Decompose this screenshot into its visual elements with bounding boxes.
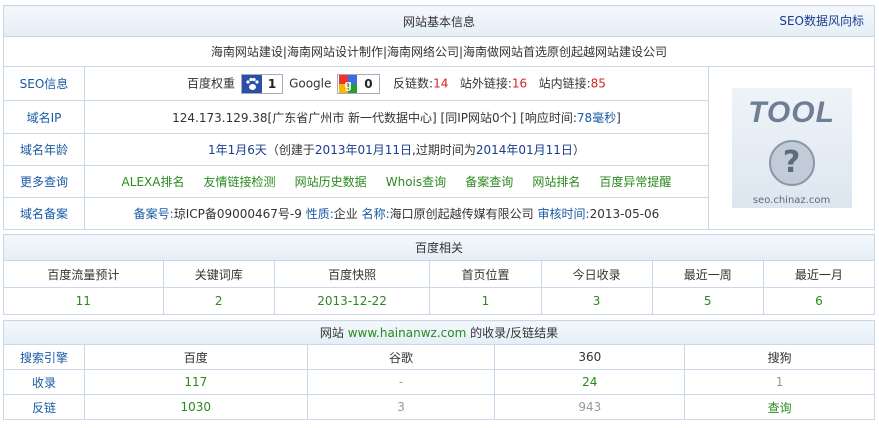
baidu-value-week: 5 [651, 287, 764, 315]
baidu-header: 百度 [83, 344, 308, 370]
history-data-link[interactable]: 网站历史数据 [295, 175, 367, 189]
age-info-cell: 1年1月6天（创建于2013年01月11日,过期时间为2014年01月11日） [83, 133, 710, 166]
response-time: 78毫秒 [576, 110, 617, 125]
so360-indexed-value[interactable]: 24 [494, 369, 686, 395]
age-p2: ,过期时间为 [412, 143, 476, 157]
baidu-value-today: 3 [540, 287, 653, 315]
external-links-label: 站外链接: [459, 76, 512, 90]
baidu-value-traffic: 11 [3, 287, 164, 315]
baidu-header-home-position: 首页位置 [429, 260, 542, 288]
index-title-suffix: 的收录/反链结果 [470, 326, 559, 340]
baidu-value-snapshot: 2013-12-22 [273, 287, 431, 315]
baidu-alert-link[interactable]: 百度异常提醒 [599, 175, 671, 189]
baidu-value-home-position: 1 [429, 287, 542, 315]
baidu-paw-icon [241, 74, 262, 93]
sogou-query-link[interactable]: 查询 [684, 394, 875, 420]
icp-no-label: 备案号: [133, 207, 174, 221]
icp-label: 域名备案 [3, 197, 85, 230]
internal-links-value[interactable]: 85 [591, 76, 606, 90]
seo-trends-link[interactable]: SEO数据风向标 [779, 12, 864, 29]
icp-name-value: 海口原创起越传媒有限公司 [389, 207, 534, 221]
alexa-link[interactable]: ALEXA排名 [122, 175, 185, 189]
baidu-header-week: 最近一周 [651, 260, 764, 288]
backlink-label: 反链 [3, 394, 85, 420]
sogou-indexed-value: 1 [684, 369, 875, 395]
backlinks-value[interactable]: 14 [433, 76, 448, 90]
more-links-cell: ALEXA排名 友情链接检测 网站历史数据 Whois查询 备案查询 网站排名 … [83, 165, 710, 198]
baidu-weight-badge[interactable]: 1 [240, 73, 284, 94]
index-domain-link[interactable]: www.hainanwz.com [348, 326, 467, 340]
baidu-weight-label: 百度权重 [187, 76, 236, 90]
baidu-related-title: 百度相关 [3, 234, 875, 261]
logo-cell: TOOL ? seo.chinaz.com [708, 66, 875, 230]
baidu-value-keywords: 2 [162, 287, 275, 315]
icp-name-label: 名称: [361, 207, 390, 221]
google-label: Google [289, 76, 332, 90]
indexed-label: 收录 [3, 369, 85, 395]
chinaz-tool-logo: TOOL ? seo.chinaz.com [731, 88, 852, 208]
basic-info-header: 网站基本信息 SEO数据风向标 [3, 5, 875, 37]
baidu-weight-value: 1 [261, 74, 283, 93]
icp-nature-label: 性质: [305, 207, 334, 221]
expire-date: 2014年01月11日 [475, 143, 573, 157]
icp-info-cell: 备案号:琼ICP备09000467号-9 性质:企业 名称:海口原创起越传媒有限… [83, 197, 710, 230]
icp-nature-value: 企业 [333, 207, 358, 221]
icp-date-label: 审核时间: [537, 207, 590, 221]
so360-header: 360 [494, 344, 686, 370]
google-pr-badge[interactable]: g 0 [337, 73, 380, 94]
table-row: 收录 117 - 24 1 [3, 369, 875, 395]
logo-url: seo.chinaz.com [752, 195, 831, 206]
icp-no-value: 琼ICP备09000467号-9 [173, 207, 302, 221]
baidu-value-month: 6 [762, 287, 876, 315]
google-indexed-value: - [306, 369, 496, 395]
seo-label: SEO信息 [3, 66, 85, 101]
age-p3: ） [572, 143, 585, 157]
index-backlink-table: 网站 www.hainanwz.com 的收录/反链结果 搜索引擎 百度 谷歌 … [3, 320, 875, 420]
question-icon: ? [768, 140, 815, 186]
backlinks-label: 反链数: [393, 76, 434, 90]
ip-label: 域名IP [3, 100, 85, 134]
baidu-indexed-value[interactable]: 117 [83, 369, 308, 395]
index-title-prefix: 网站 [319, 326, 344, 340]
ip-text: 124.173.129.38[广东省广州市 新一代数据中心] [同IP网站0个]… [172, 110, 577, 125]
ip-end: ] [616, 110, 621, 125]
baidu-header-month: 最近一月 [762, 260, 876, 288]
baidu-header-traffic: 百度流量预计 [3, 260, 164, 288]
so360-backlink-value: 943 [494, 394, 686, 420]
whois-link[interactable]: Whois查询 [386, 175, 446, 189]
icp-query-link[interactable]: 备案查询 [465, 175, 513, 189]
baidu-header-snapshot: 百度快照 [273, 260, 431, 288]
more-label: 更多查询 [3, 165, 85, 198]
baidu-related-table: 百度相关 百度流量预计 关键词库 百度快照 首页位置 今日收录 最近一周 最近一… [3, 234, 876, 315]
google-backlink-value: 3 [306, 394, 496, 420]
baidu-header-today: 今日收录 [540, 260, 653, 288]
domain-age-value: 1年1月6天 [208, 143, 267, 157]
internal-links-label: 站内链接: [538, 76, 591, 90]
google-pr-value: 0 [358, 74, 379, 93]
basic-info-title: 网站基本信息 [402, 14, 475, 29]
sogou-header: 搜狗 [684, 344, 875, 370]
seo-info-cell: 百度权重 1 Google g 0 反链数:14 站外链接:16 站内链接:85 [83, 66, 710, 101]
created-date: 2013年01月11日 [314, 143, 413, 157]
index-title: 网站 www.hainanwz.com 的收录/反链结果 [3, 320, 875, 345]
table-row: 反链 1030 3 943 查询 [3, 394, 875, 420]
baidu-header-keywords: 关键词库 [162, 260, 275, 288]
site-title: 海南网站建设|海南网站设计制作|海南网络公司|海南做网站首选原创起越网站建设公司 [3, 36, 875, 67]
ip-info-cell: 124.173.129.38[广东省广州市 新一代数据中心] [同IP网站0个]… [83, 100, 710, 134]
basic-info-table: 网站基本信息 SEO数据风向标 海南网站建设|海南网站设计制作|海南网络公司|海… [3, 5, 875, 230]
external-links-value[interactable]: 16 [512, 76, 527, 90]
age-p1: （创建于 [266, 143, 315, 157]
icp-date-value: 2013-05-06 [589, 207, 660, 221]
friend-links-check-link[interactable]: 友情链接检测 [204, 175, 276, 189]
google-header: 谷歌 [306, 344, 496, 370]
engine-header: 搜索引擎 [3, 344, 85, 370]
svg-text:g: g [345, 77, 352, 91]
google-g-icon: g [338, 74, 358, 93]
baidu-backlink-value[interactable]: 1030 [83, 394, 308, 420]
site-rank-link[interactable]: 网站排名 [532, 175, 580, 189]
logo-word: TOOL [748, 96, 835, 129]
age-label: 域名年龄 [3, 133, 85, 166]
